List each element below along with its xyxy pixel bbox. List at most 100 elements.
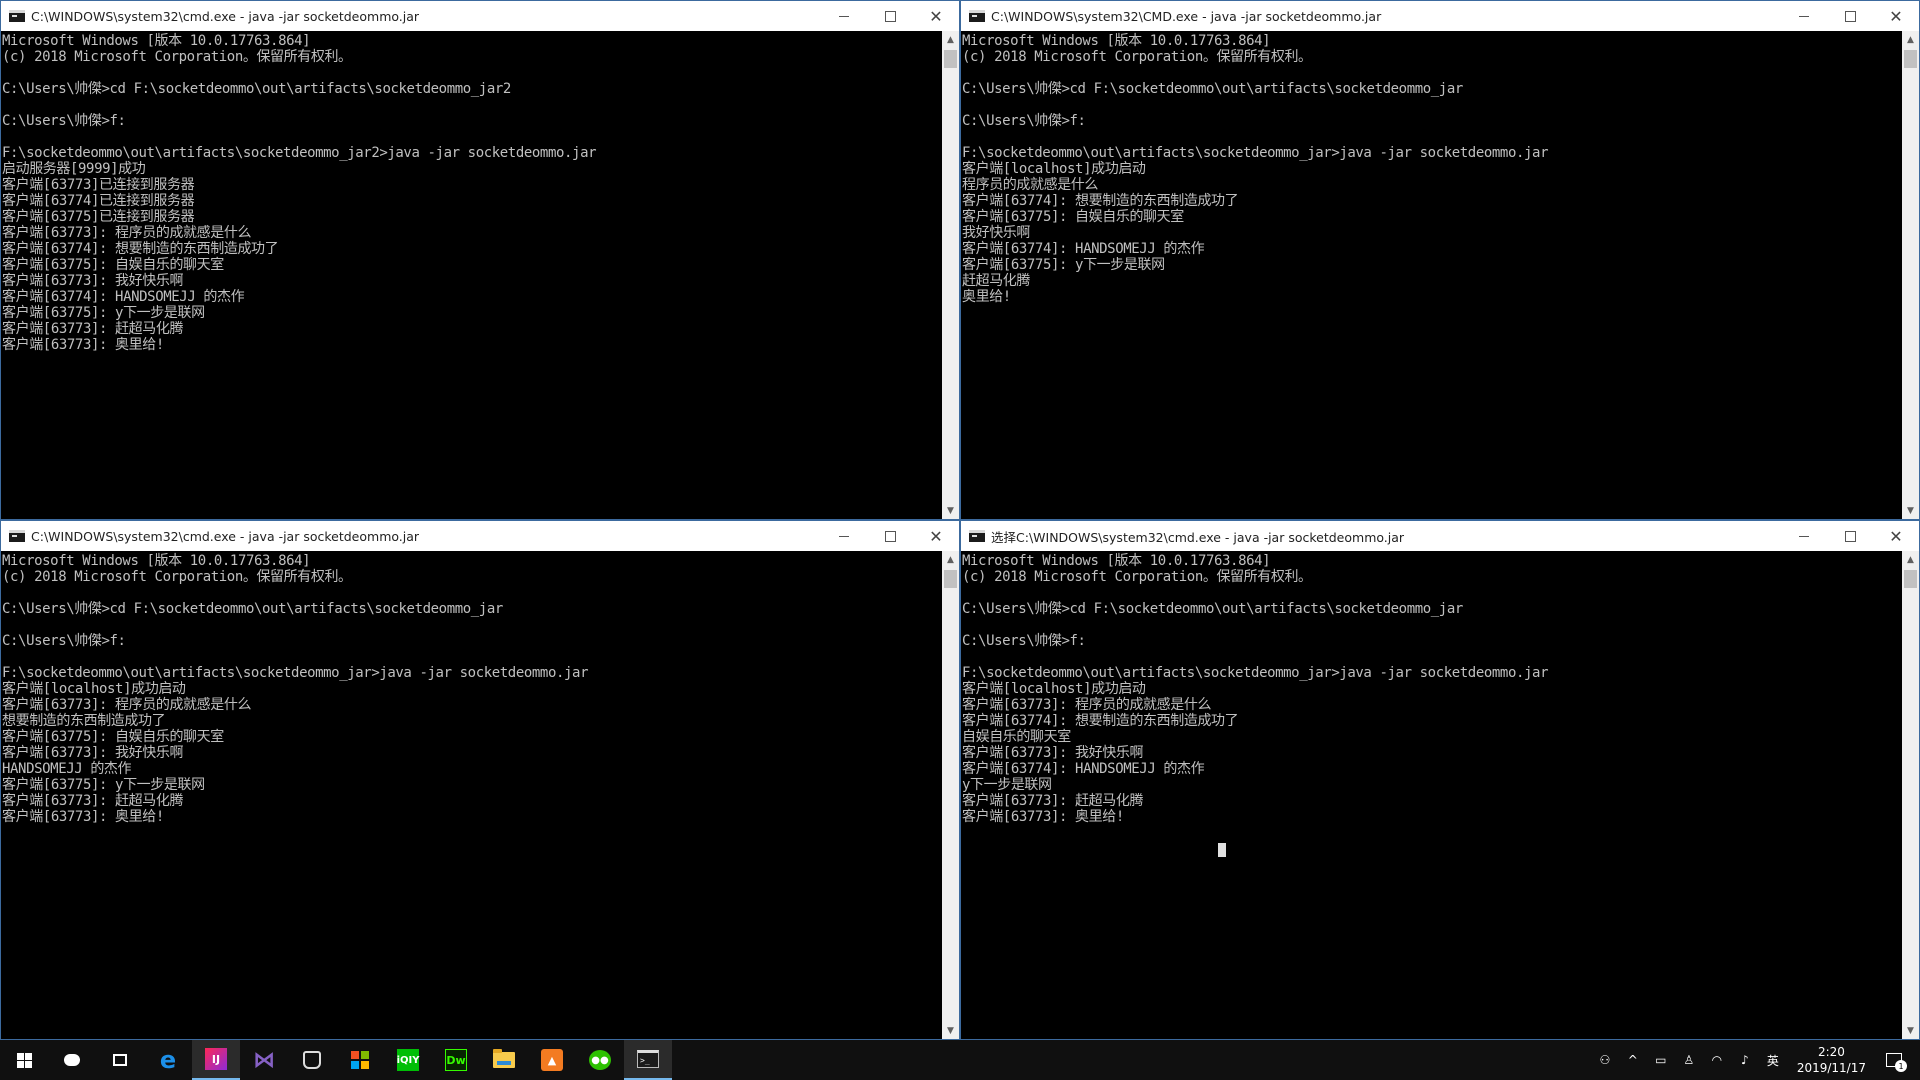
taskbar-app-bag[interactable]	[288, 1040, 336, 1080]
cmd-window-bottom-left[interactable]: C:\WINDOWS\system32\cmd.exe - java -jar …	[0, 520, 960, 1040]
console-output[interactable]: Microsoft Windows [版本 10.0.17763.864] (c)…	[961, 31, 1901, 519]
maximize-button[interactable]	[867, 1, 913, 31]
cortana-button[interactable]	[48, 1040, 96, 1080]
scroll-thumb[interactable]	[1904, 570, 1917, 588]
console-line: C:\Users\帅傑>f:	[962, 113, 1086, 129]
wifi-icon[interactable]: ◠	[1703, 1040, 1731, 1080]
console-line: 客户端[63773]: 程序员的成就感是什么	[2, 697, 252, 713]
clock[interactable]: 2:20 2019/11/17	[1787, 1044, 1876, 1076]
console-output[interactable]: Microsoft Windows [版本 10.0.17763.864] (c)…	[1, 31, 941, 519]
notification-count-badge: 1	[1895, 1060, 1907, 1072]
window-controls: ✕	[821, 1, 959, 31]
scroll-thumb[interactable]	[944, 50, 957, 68]
console-line: Microsoft Windows [版本 10.0.17763.864]	[962, 33, 1271, 49]
window-title: C:\WINDOWS\system32\CMD.exe - java -jar …	[991, 8, 1382, 24]
console-line: 客户端[63775]: y下一步是联网	[962, 257, 1165, 273]
console-line: 客户端[63774]: 想要制造的东西制造成功了	[962, 713, 1239, 729]
window-controls: ✕	[1781, 521, 1919, 551]
orange-app-icon: ▲	[541, 1049, 563, 1071]
close-button[interactable]: ✕	[913, 1, 959, 31]
taskbar-dreamweaver[interactable]: Dw	[432, 1040, 480, 1080]
taskbar-file-explorer[interactable]	[480, 1040, 528, 1080]
vertical-scrollbar[interactable]: ▲ ▼	[1902, 551, 1919, 1039]
window-controls: ✕	[1781, 1, 1919, 31]
console-line: 客户端[63774]: 想要制造的东西制造成功了	[2, 241, 279, 257]
console-line: C:\Users\帅傑>cd F:\socketdeommo\out\artif…	[962, 81, 1463, 97]
console-output[interactable]: Microsoft Windows [版本 10.0.17763.864] (c)…	[1, 551, 941, 1039]
window-title: 选择C:\WINDOWS\system32\cmd.exe - java -ja…	[991, 529, 1405, 545]
taskbar-iqiyi[interactable]: iQIY	[384, 1040, 432, 1080]
taskbar-wechat[interactable]: ●●	[576, 1040, 624, 1080]
cmd-window-top-right[interactable]: C:\WINDOWS\system32\CMD.exe - java -jar …	[960, 0, 1920, 520]
minimize-button[interactable]	[821, 521, 867, 551]
taskbar-orange-app[interactable]: ▲	[528, 1040, 576, 1080]
scroll-thumb[interactable]	[1904, 50, 1917, 68]
people-icon[interactable]: ⚇	[1591, 1040, 1619, 1080]
minimize-button[interactable]	[1781, 1, 1827, 31]
console-line: F:\socketdeommo\out\artifacts\socketdeom…	[2, 665, 589, 681]
close-button[interactable]: ✕	[1873, 1, 1919, 31]
scroll-down-arrow-icon[interactable]: ▼	[1902, 502, 1919, 519]
scroll-down-arrow-icon[interactable]: ▼	[1902, 1022, 1919, 1039]
taskbar-store[interactable]	[336, 1040, 384, 1080]
close-button[interactable]: ✕	[1873, 521, 1919, 551]
taskbar: e IJ ⋈ iQIY Dw ▲ ●● >_ ⚇ ^ ▭ ♙ ◠ ♪ 英 2:2…	[0, 1040, 1920, 1080]
task-view-button[interactable]	[96, 1040, 144, 1080]
maximize-button[interactable]	[1827, 521, 1873, 551]
minimize-button[interactable]	[1781, 521, 1827, 551]
title-bar[interactable]: 选择C:\WINDOWS\system32\cmd.exe - java -ja…	[961, 521, 1919, 551]
taskbar-cmd[interactable]: >_	[624, 1040, 672, 1080]
console-line: 客户端[63774]已连接到服务器	[2, 193, 195, 209]
console-line: 客户端[63773]: 赶超马化腾	[962, 793, 1144, 809]
scroll-up-arrow-icon[interactable]: ▲	[942, 551, 959, 568]
maximize-button[interactable]	[1827, 1, 1873, 31]
cmd-window-bottom-right[interactable]: 选择C:\WINDOWS\system32\cmd.exe - java -ja…	[960, 520, 1920, 1040]
title-bar[interactable]: C:\WINDOWS\system32\CMD.exe - java -jar …	[961, 1, 1919, 31]
title-bar[interactable]: C:\WINDOWS\system32\cmd.exe - java -jar …	[1, 521, 959, 551]
scroll-down-arrow-icon[interactable]: ▼	[942, 502, 959, 519]
cmd-icon	[969, 10, 985, 22]
cmd-window-top-left[interactable]: C:\WINDOWS\system32\cmd.exe - java -jar …	[0, 0, 960, 520]
vertical-scrollbar[interactable]: ▲ ▼	[1902, 31, 1919, 519]
system-tray: ⚇ ^ ▭ ♙ ◠ ♪ 英 2:20 2019/11/17 1	[1591, 1040, 1920, 1080]
vertical-scrollbar[interactable]: ▲ ▼	[942, 551, 959, 1039]
scroll-up-arrow-icon[interactable]: ▲	[942, 31, 959, 48]
input-method-indicator[interactable]: 英	[1759, 1040, 1787, 1080]
console-line: 客户端[63775]: 自娱自乐的聊天室	[2, 729, 224, 745]
taskbar-edge[interactable]: e	[144, 1040, 192, 1080]
console-line: 客户端[63773]: 我好快乐啊	[2, 273, 184, 289]
start-button[interactable]	[0, 1040, 48, 1080]
scroll-up-arrow-icon[interactable]: ▲	[1902, 551, 1919, 568]
close-button[interactable]: ✕	[913, 521, 959, 551]
maximize-button[interactable]	[867, 521, 913, 551]
console-line: 客户端[localhost]成功启动	[2, 681, 186, 697]
console-line: 客户端[63774]: HANDSOMEJJ 的杰作	[962, 761, 1205, 777]
taskbar-visual-studio[interactable]: ⋈	[240, 1040, 288, 1080]
minimize-button[interactable]	[821, 1, 867, 31]
battery-icon[interactable]: ▭	[1647, 1040, 1675, 1080]
taskbar-intellij[interactable]: IJ	[192, 1040, 240, 1080]
show-hidden-icons-chevron-up-icon[interactable]: ^	[1619, 1040, 1647, 1080]
text-cursor	[1218, 843, 1226, 857]
console-line: 客户端[63773]: 程序员的成就感是什么	[2, 225, 252, 241]
action-center-button[interactable]: 1	[1876, 1040, 1920, 1080]
scroll-down-arrow-icon[interactable]: ▼	[942, 1022, 959, 1039]
console-line: C:\Users\帅傑>f:	[2, 633, 126, 649]
qq-tray-icon[interactable]: ♙	[1675, 1040, 1703, 1080]
console-line: 客户端[63774]: 想要制造的东西制造成功了	[962, 193, 1239, 209]
title-bar[interactable]: C:\WINDOWS\system32\cmd.exe - java -jar …	[1, 1, 959, 31]
console-line: 客户端[63773]: 奥里给!	[962, 809, 1124, 825]
scroll-up-arrow-icon[interactable]: ▲	[1902, 31, 1919, 48]
volume-icon[interactable]: ♪	[1731, 1040, 1759, 1080]
console-line: 客户端[63773]: 程序员的成就感是什么	[962, 697, 1212, 713]
scroll-thumb[interactable]	[944, 570, 957, 588]
console-line: C:\Users\帅傑>f:	[962, 633, 1086, 649]
vertical-scrollbar[interactable]: ▲ ▼	[942, 31, 959, 519]
console-output[interactable]: Microsoft Windows [版本 10.0.17763.864] (c)…	[961, 551, 1901, 1039]
